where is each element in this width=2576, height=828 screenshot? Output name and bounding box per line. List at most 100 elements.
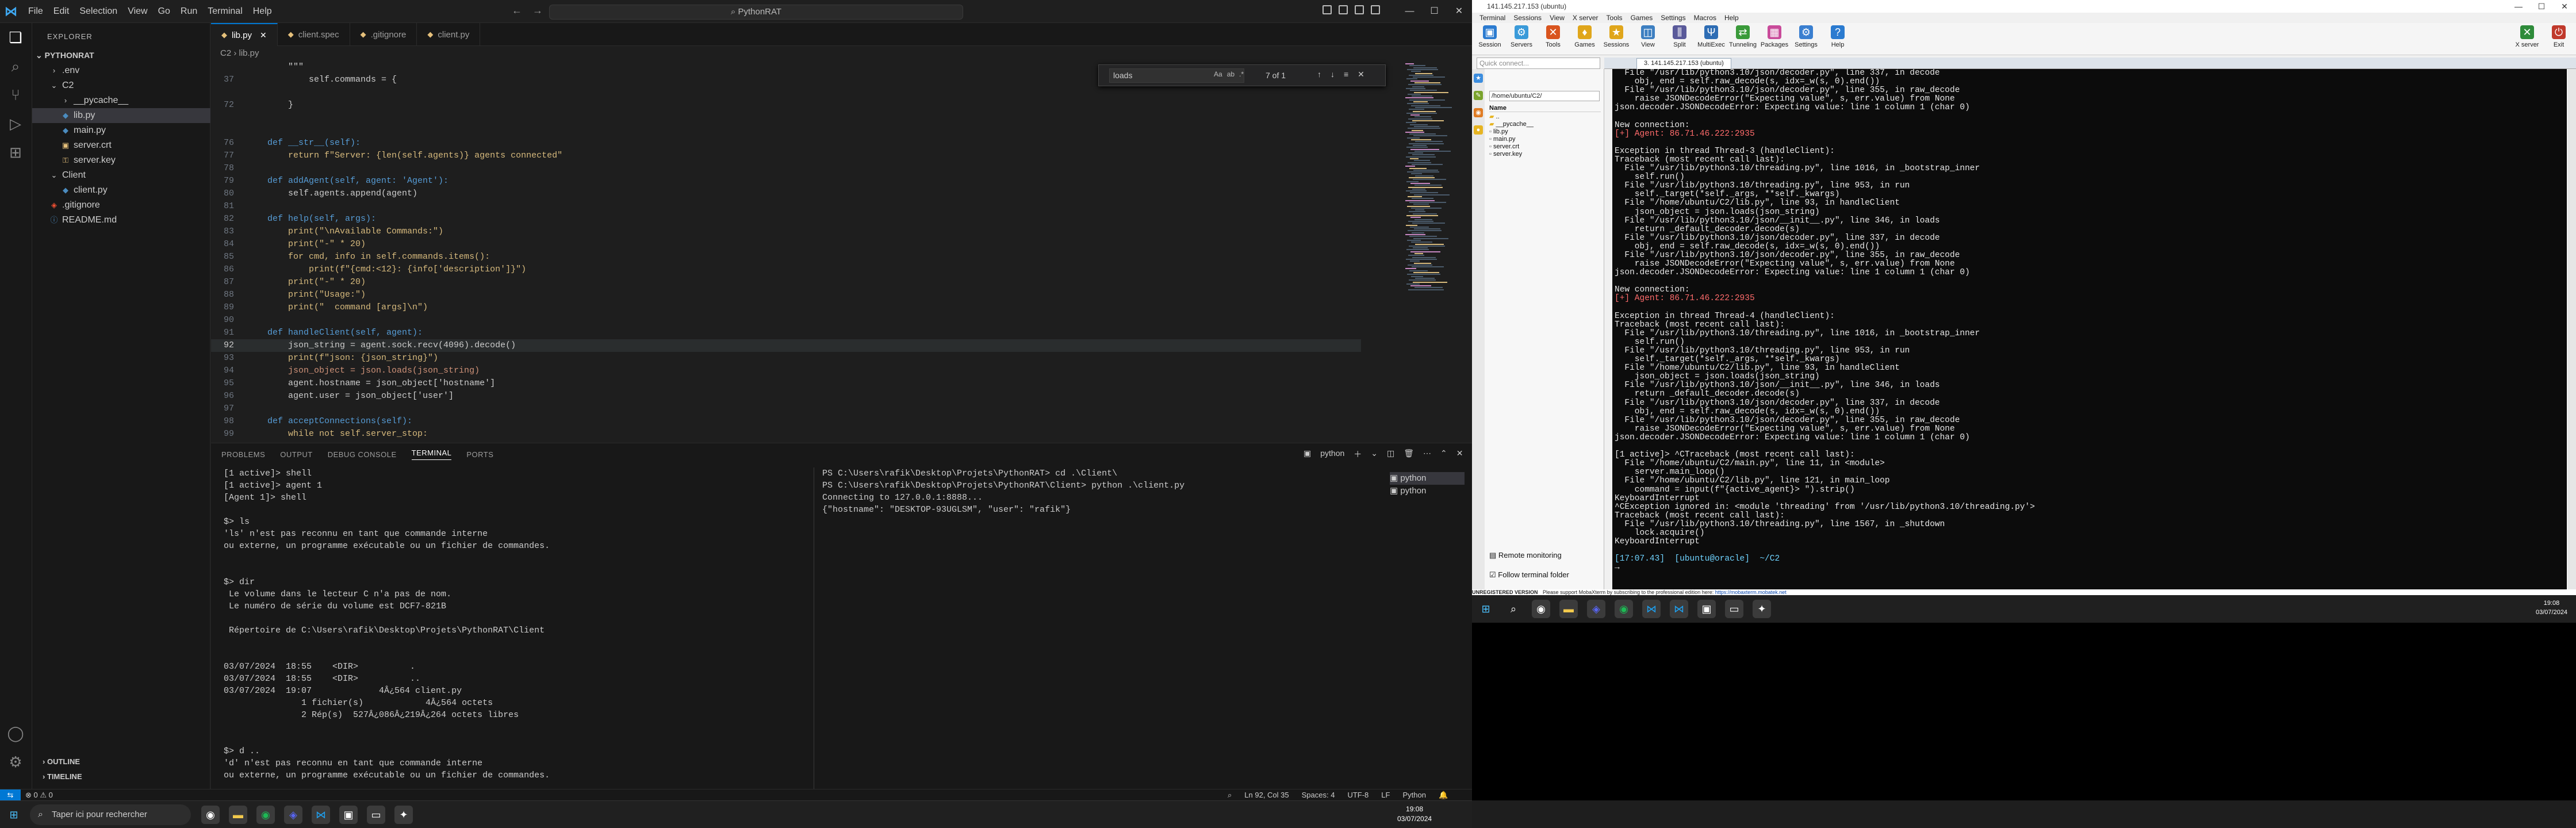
maximize-panel-icon[interactable]: ⌃ (1440, 448, 1447, 460)
panel-tab-terminal[interactable]: TERMINAL (411, 448, 452, 460)
zoom-icon[interactable]: ⌕ (1228, 791, 1232, 800)
chrome-icon[interactable]: ◉ (201, 806, 220, 824)
chrome-icon[interactable]: ◉ (1532, 600, 1550, 618)
sftp-file[interactable]: ▫ server.key (1489, 151, 1601, 158)
back-arrow-icon[interactable]: ← (512, 5, 522, 17)
moba-tool-x-server[interactable]: ✕ X server (2513, 25, 2542, 48)
manage-gear-icon[interactable]: ⚙ (7, 753, 24, 770)
previous-match-icon[interactable]: ↑ (1317, 70, 1321, 79)
close-find-icon[interactable]: ✕ (1358, 70, 1364, 79)
terminal-left[interactable]: [1 active]> shell [1 active]> agent 1 [Age… (224, 467, 793, 828)
moba-menu-tools[interactable]: Tools (1603, 13, 1627, 23)
editor-tab[interactable]: ◆ client.py (417, 23, 481, 46)
run-debug-icon[interactable]: ▷ (7, 115, 24, 132)
window-taskbar-icon[interactable]: ▣ (1697, 600, 1716, 618)
panel-tab-output[interactable]: OUTPUT (280, 450, 312, 459)
moba-tool-tools[interactable]: ✕ Tools (1539, 25, 1567, 48)
panel-tab-debug-console[interactable]: DEBUG CONSOLE (328, 450, 397, 459)
menu-run[interactable]: Run (175, 6, 202, 17)
terminal-taskbar-icon[interactable]: ▭ (367, 806, 385, 824)
windows-start-icon[interactable]: ⊞ (1477, 600, 1495, 618)
minimize-icon[interactable]: — (1397, 0, 1422, 23)
moba-tool-games[interactable]: ♦ Games (1570, 25, 1599, 48)
sftp-file[interactable]: ▫ main.py (1489, 136, 1601, 143)
tree-item[interactable]: ⚿ server.key (32, 153, 210, 168)
menu-edit[interactable]: Edit (48, 6, 75, 17)
project-root[interactable]: ⌄ PYTHONRAT (36, 51, 208, 60)
moba-tool-tunneling[interactable]: ⇄ Tunneling (1728, 25, 1757, 48)
timeline-section[interactable]: › TIMELINE (32, 769, 210, 784)
menu-selection[interactable]: Selection (74, 6, 122, 17)
match-case-toggle[interactable]: Aa (1214, 70, 1222, 78)
gift-icon[interactable]: ✦ (1753, 600, 1771, 618)
windows-start-icon[interactable]: ⊞ (5, 806, 23, 824)
cursor-position[interactable]: Ln 92, Col 35 (1244, 791, 1289, 800)
tree-item[interactable]: › __pycache__ (32, 93, 210, 108)
sessions-star-icon[interactable]: ★ (1474, 74, 1483, 83)
clock-left[interactable]: 19:08 03/07/2024 (1397, 804, 1432, 824)
close-icon[interactable]: ✕ (2553, 0, 2576, 13)
maximize-icon[interactable]: ☐ (1422, 0, 1447, 23)
outline-section[interactable]: › OUTLINE (32, 754, 210, 769)
moba-tool-settings[interactable]: ⚙ Settings (1792, 25, 1820, 48)
moba-menu-sessions[interactable]: Sessions (1509, 13, 1546, 23)
code-editor[interactable]: """ 37 self.commands = {72 } 76 def __str_… (211, 61, 1407, 440)
tree-item[interactable]: ◆ client.py (32, 183, 210, 198)
vscode-taskbar-icon[interactable]: ⋈ (1642, 600, 1661, 618)
toggle-secondary-sidebar-icon[interactable] (1355, 5, 1364, 14)
window-taskbar-icon[interactable]: ▣ (339, 806, 358, 824)
panel-tab-ports[interactable]: PORTS (466, 450, 493, 459)
moba-tool-session[interactable]: ▣ Session (1475, 25, 1504, 48)
editor-tab[interactable]: ◆ lib.py ✕ (211, 23, 278, 46)
moba-tool-exit[interactable]: ⏻ Exit (2544, 25, 2573, 48)
moba-menu-help[interactable]: Help (1720, 13, 1743, 23)
moba-menu-games[interactable]: Games (1627, 13, 1657, 23)
clock-right[interactable]: 19:08 03/07/2024 (2536, 599, 2567, 617)
tree-item[interactable]: ◆ lib.py (32, 108, 210, 123)
moba-tool-help[interactable]: ? Help (1823, 25, 1852, 48)
quick-connect-input[interactable]: Quick connect... (1477, 57, 1600, 69)
discord-icon[interactable]: ◈ (1587, 600, 1605, 618)
command-center[interactable]: ⌕ PythonRAT (549, 5, 963, 20)
menu-view[interactable]: View (122, 6, 152, 17)
sftp-icon[interactable]: ● (1474, 125, 1483, 135)
sftp-file[interactable]: ▰ .. (1489, 113, 1601, 121)
terminal-taskbar-icon[interactable]: ▭ (1725, 600, 1743, 618)
whole-word-toggle[interactable]: ab (1227, 70, 1235, 78)
menu-help[interactable]: Help (248, 6, 277, 17)
account-icon[interactable]: ◯ (7, 724, 24, 742)
spotify-icon[interactable]: ◉ (1615, 600, 1633, 618)
source-control-icon[interactable]: ⑂ (7, 86, 24, 103)
ellipsis-icon[interactable]: ⋯ (1423, 448, 1431, 460)
sftp-file[interactable]: ▫ lib.py (1489, 128, 1601, 136)
search-icon[interactable]: ⌕ (1504, 600, 1523, 618)
moba-menu-settings[interactable]: Settings (1657, 13, 1689, 23)
trash-icon[interactable]: 🗑 (1404, 448, 1414, 460)
forward-arrow-icon[interactable]: → (532, 5, 543, 17)
close-icon[interactable]: ✕ (1447, 0, 1471, 23)
moba-menu-view[interactable]: View (1546, 13, 1569, 23)
spotify-icon[interactable]: ◉ (256, 806, 275, 824)
sftp-file[interactable]: ▫ server.crt (1489, 143, 1601, 151)
terminal-right[interactable]: PS C:\Users\rafik\Desktop\Projets\Python… (814, 467, 1383, 789)
menu-go[interactable]: Go (153, 6, 175, 17)
language-mode[interactable]: Python (1402, 791, 1425, 800)
terminal-shell-label[interactable]: python (1320, 448, 1344, 460)
gift-icon[interactable]: ✦ (394, 806, 413, 824)
close-tab-icon[interactable]: ✕ (260, 30, 267, 40)
moba-tool-view[interactable]: ◫ View (1634, 25, 1662, 48)
tree-item[interactable]: ⌄ Client (32, 168, 210, 183)
tools-icon[interactable]: ✎ (1474, 91, 1483, 100)
tree-item[interactable]: ⌄ C2 (32, 78, 210, 93)
toggle-sidebar-icon[interactable] (1322, 5, 1332, 14)
end-of-line[interactable]: LF (1381, 791, 1390, 800)
close-panel-icon[interactable]: ✕ (1456, 448, 1463, 460)
maximize-icon[interactable]: ☐ (2530, 0, 2553, 13)
sftp-path[interactable]: /home/ubuntu/C2/ (1489, 91, 1600, 101)
customize-layout-icon[interactable] (1371, 5, 1380, 14)
minimap[interactable] (1403, 63, 1460, 293)
tree-item[interactable]: ⓘ README.md (32, 213, 210, 228)
indentation[interactable]: Spaces: 4 (1302, 791, 1335, 800)
sftp-file[interactable]: ▰ __pycache__ (1489, 121, 1601, 128)
moba-tool-packages[interactable]: ▦ Packages (1760, 25, 1789, 48)
